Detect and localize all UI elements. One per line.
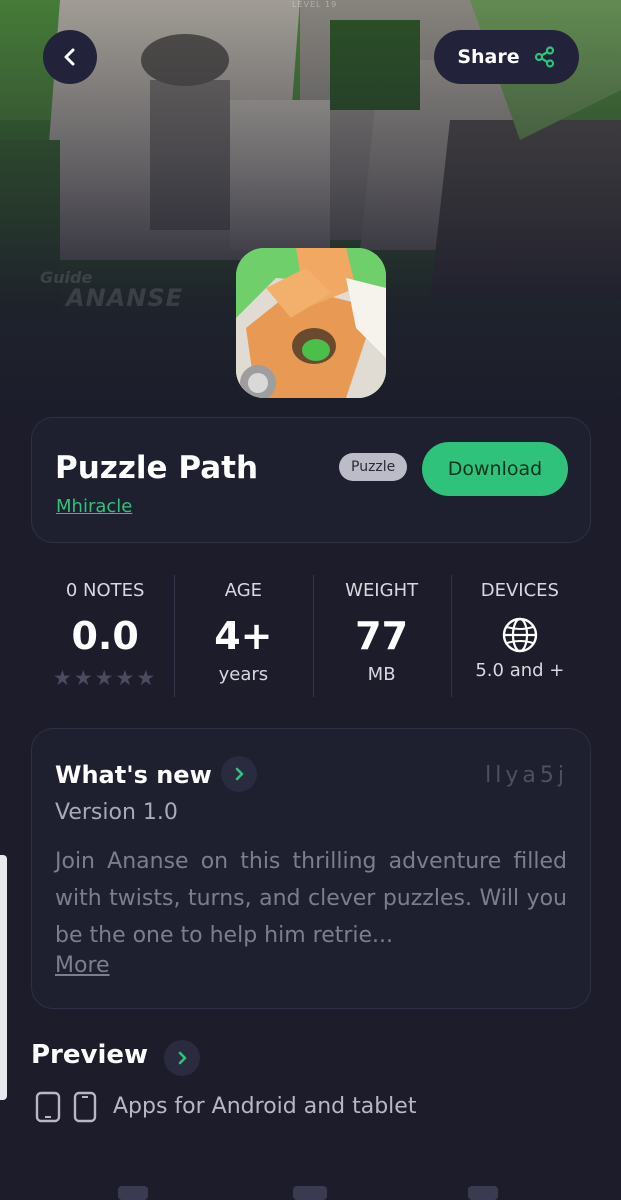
- hero-watermark: Guide ANANSE: [40, 270, 183, 312]
- phone-icon: [73, 1091, 97, 1123]
- hero-level-text: LEVEL 19: [292, 0, 338, 9]
- stat-weight: WEIGHT 77 MB: [312, 575, 451, 700]
- back-button[interactable]: [43, 30, 97, 84]
- version-text: Version 1.0: [55, 800, 178, 825]
- preview-title: Preview: [31, 1040, 149, 1070]
- whats-new-title: What's new: [55, 761, 212, 789]
- devices-sub: 5.0 and +: [475, 660, 565, 681]
- weight-label: WEIGHT: [345, 580, 419, 601]
- chevron-right-icon: [235, 767, 244, 781]
- stat-notes: 0 NOTES 0.0 ★★★★★: [36, 575, 174, 700]
- app-title: Puzzle Path: [55, 450, 259, 486]
- star-icon: ★: [94, 666, 116, 690]
- stat-devices: DEVICES 5.0 and +: [450, 575, 589, 700]
- download-button[interactable]: Download: [422, 442, 568, 496]
- star-rating: ★★★★★: [36, 666, 174, 690]
- whats-new-card: What's new llya5j Version 1.0 Join Anans…: [31, 728, 591, 1009]
- age-sub: years: [218, 664, 269, 685]
- star-icon: ★: [73, 666, 95, 690]
- tablet-icon: [35, 1091, 61, 1123]
- preview-expand-button[interactable]: [164, 1040, 200, 1076]
- device-support-text: Apps for Android and tablet: [113, 1094, 417, 1119]
- star-icon: ★: [136, 666, 158, 690]
- star-icon: ★: [115, 666, 137, 690]
- version-code: llya5j: [485, 763, 568, 788]
- recent-apps-button[interactable]: [118, 1186, 148, 1200]
- app-info-card: Puzzle Path Mhiracle Puzzle Download: [31, 417, 591, 543]
- chevron-right-icon: [178, 1051, 187, 1065]
- home-button[interactable]: [293, 1186, 327, 1200]
- watermark-big: ANANSE: [66, 284, 183, 312]
- share-button[interactable]: Share: [434, 30, 579, 84]
- chevron-left-icon: [64, 48, 75, 66]
- app-icon: [236, 248, 386, 398]
- notes-label: 0 NOTES: [65, 580, 145, 601]
- devices-label: DEVICES: [480, 580, 559, 601]
- developer-link[interactable]: Mhiracle: [56, 496, 132, 517]
- weight-sub: MB: [367, 664, 396, 685]
- edge-panel-handle[interactable]: [0, 855, 7, 1100]
- weight-value: 77: [355, 614, 409, 658]
- whats-new-expand-button[interactable]: [221, 756, 257, 792]
- share-icon: [534, 46, 554, 68]
- app-icon-artwork: [236, 248, 386, 398]
- globe-icon: [451, 616, 589, 656]
- rating-value: 0.0: [71, 614, 139, 658]
- device-icons: [35, 1091, 97, 1123]
- age-value: 4+: [214, 614, 273, 658]
- stat-age: AGE 4+ years: [174, 575, 312, 700]
- release-notes: Join Ananse on this thrilling adventure …: [55, 849, 567, 948]
- stats-row: 0 NOTES 0.0 ★★★★★ AGE 4+ years WEIGHT 77…: [36, 575, 589, 700]
- star-icon: ★: [53, 666, 74, 690]
- more-link[interactable]: More: [55, 953, 110, 978]
- nav-back-button[interactable]: [468, 1186, 498, 1200]
- share-label: Share: [457, 46, 520, 68]
- age-label: AGE: [224, 580, 263, 601]
- category-badge: Puzzle: [339, 453, 408, 481]
